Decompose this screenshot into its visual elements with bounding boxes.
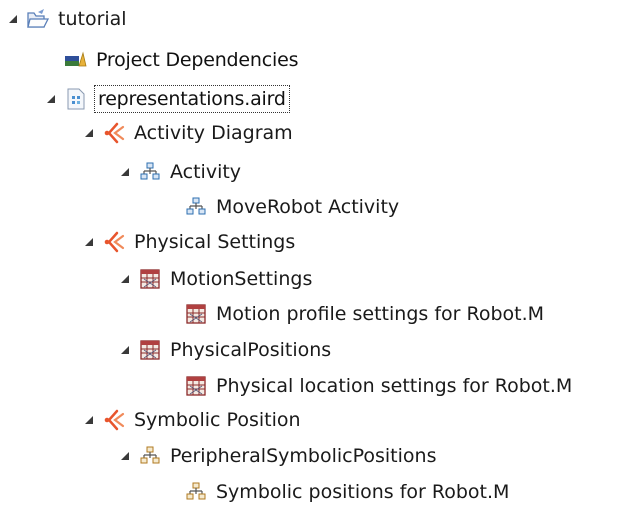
tree-item-label: Activity: [170, 161, 242, 183]
diagram-tree-icon: [184, 195, 208, 219]
tree-item-label: Physical location settings for Robot.M: [216, 375, 573, 397]
table-icon: [184, 302, 208, 326]
expand-triangle-icon[interactable]: [118, 449, 132, 463]
diagram-tree-icon: [138, 444, 162, 468]
tree-item-label: representations.aird: [94, 85, 290, 113]
expand-triangle-icon[interactable]: [6, 12, 20, 26]
table-icon: [138, 267, 162, 291]
expand-triangle-icon[interactable]: [118, 343, 132, 357]
tree-item-representations-aird[interactable]: representations.aird: [44, 82, 290, 116]
tree-item-label: MoveRobot Activity: [216, 196, 400, 218]
tree-item-moverobot-activity[interactable]: MoveRobot Activity: [164, 190, 399, 224]
project-explorer-tree: tutorial Project Dependencies representa…: [0, 0, 630, 506]
tree-item-activity[interactable]: Activity: [118, 155, 241, 189]
expand-triangle-icon[interactable]: [44, 92, 58, 106]
folder-open-icon: [26, 7, 50, 31]
aird-file-icon: [64, 87, 88, 111]
tree-item-project-dependencies[interactable]: Project Dependencies: [44, 43, 298, 77]
tree-item-label: Symbolic positions for Robot.M: [216, 481, 510, 503]
expand-triangle-icon[interactable]: [118, 165, 132, 179]
tree-item-physical-location-settings[interactable]: Physical location settings for Robot.M: [164, 369, 572, 403]
tree-item-motion-settings[interactable]: MotionSettings: [118, 262, 312, 296]
tree-item-motion-profile-settings[interactable]: Motion profile settings for Robot.M: [164, 297, 544, 331]
tree-item-symbolic-position[interactable]: Symbolic Position: [82, 403, 301, 437]
tree-item-peripheral-symbolic-positions[interactable]: PeripheralSymbolicPositions: [118, 439, 436, 473]
viewpoint-icon: [102, 408, 126, 432]
tree-item-label: Activity Diagram: [134, 122, 293, 144]
expand-triangle-icon[interactable]: [118, 272, 132, 286]
tree-item-label: tutorial: [58, 8, 127, 30]
tree-item-label: PhysicalPositions: [170, 339, 332, 361]
tree-item-label: MotionSettings: [170, 268, 313, 290]
expand-triangle-icon[interactable]: [82, 413, 96, 427]
tree-item-label: Project Dependencies: [96, 49, 299, 71]
expand-triangle-icon[interactable]: [82, 126, 96, 140]
expand-triangle-icon[interactable]: [82, 235, 96, 249]
table-icon: [138, 338, 162, 362]
viewpoint-icon: [102, 230, 126, 254]
tree-item-label: PeripheralSymbolicPositions: [170, 445, 437, 467]
library-icon: [64, 48, 88, 72]
tree-item-physical-positions[interactable]: PhysicalPositions: [118, 333, 331, 367]
tree-item-symbolic-positions-robot[interactable]: Symbolic positions for Robot.M: [164, 475, 509, 509]
table-icon: [184, 374, 208, 398]
tree-item-label: Motion profile settings for Robot.M: [216, 303, 545, 325]
diagram-tree-icon: [138, 160, 162, 184]
tree-item-physical-settings[interactable]: Physical Settings: [82, 225, 295, 259]
diagram-tree-icon: [184, 480, 208, 504]
tree-item-label: Symbolic Position: [134, 409, 301, 431]
viewpoint-icon: [102, 121, 126, 145]
tree-item-label: Physical Settings: [134, 231, 296, 253]
tree-item-tutorial[interactable]: tutorial: [6, 2, 127, 36]
tree-item-activity-diagram[interactable]: Activity Diagram: [82, 116, 293, 150]
